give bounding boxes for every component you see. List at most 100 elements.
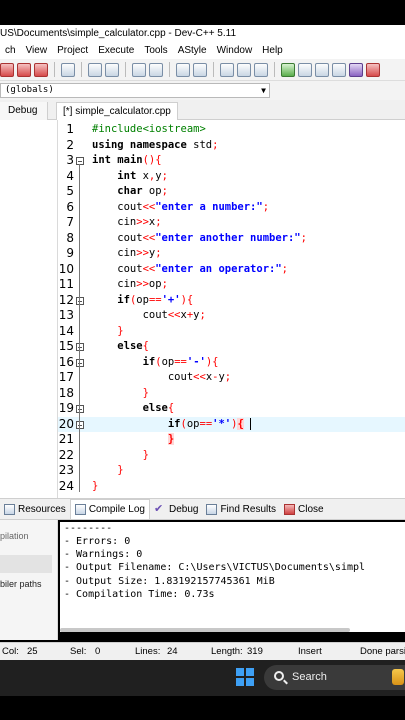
line-number: 16 <box>58 354 74 369</box>
window-title: US\Documents\simple_calculator.cpp - Dev… <box>0 25 405 42</box>
fold-toggle-icon[interactable] <box>76 358 84 367</box>
code-line[interactable]: 20 if(op=='*'){ <box>58 416 405 432</box>
tab-simple-calculator[interactable]: [*] simple_calculator.cpp <box>56 102 178 120</box>
horizontal-scrollbar[interactable] <box>60 628 350 632</box>
windows-taskbar: Search <box>0 660 405 696</box>
code-line[interactable]: 2 using namespace std; <box>58 138 405 154</box>
code-line[interactable]: 16 if(op=='-'){ <box>58 355 405 371</box>
fold-guide <box>79 164 80 492</box>
toolbar-separator <box>169 62 170 77</box>
find-icon[interactable] <box>132 62 146 77</box>
code-line[interactable]: 24} <box>58 479 405 495</box>
menu-project[interactable]: Project <box>52 42 93 59</box>
status-col-label: Col: <box>2 646 19 657</box>
line-number: 11 <box>58 277 74 291</box>
undo-icon[interactable] <box>88 62 102 77</box>
tab-close-label: Close <box>298 503 324 515</box>
code-line[interactable]: 22 } <box>58 448 405 464</box>
line-number: 17 <box>58 370 74 384</box>
scope-bar: (globals) ▼ <box>0 81 405 100</box>
code-line[interactable]: 7 cin>>x; <box>58 215 405 231</box>
tab-debug-bottom[interactable]: ✔ Debug <box>150 499 202 519</box>
rebuild-icon[interactable] <box>332 62 346 77</box>
unindent-icon[interactable] <box>193 62 207 77</box>
code-line[interactable]: 14 } <box>58 324 405 340</box>
file-explorer-icon[interactable] <box>392 669 404 685</box>
code-line[interactable]: 9 cin>>y; <box>58 246 405 262</box>
line-number: 10 <box>58 261 74 276</box>
tab-close[interactable]: Close <box>280 499 328 519</box>
goto-icon[interactable] <box>220 62 234 77</box>
resources-icon <box>4 503 15 515</box>
status-sel: 0 <box>95 646 101 657</box>
compile-log-output: -------- - Errors: 0 - Warnings: 0 - Out… <box>60 522 405 632</box>
code-line[interactable]: 10 cout<<"enter an operator:"; <box>58 262 405 278</box>
line-number: 2 <box>66 137 74 152</box>
menu-astyle[interactable]: AStyle <box>173 42 212 59</box>
windows-start-icon[interactable] <box>236 668 254 686</box>
code-line[interactable]: 4 int x,y; <box>58 169 405 185</box>
compile-run-icon[interactable] <box>315 62 329 77</box>
code-editor[interactable]: 1 #include<iostream> 2 using namespace std;… <box>58 120 405 498</box>
code-line[interactable]: 23 } <box>58 463 405 479</box>
taskbar-search[interactable]: Search <box>264 665 405 690</box>
fold-toggle-icon[interactable] <box>76 405 84 413</box>
print-icon[interactable] <box>61 62 75 77</box>
line-number: 19 <box>58 401 74 415</box>
run-icon[interactable] <box>298 62 312 77</box>
code-line[interactable]: 8 cout<<"enter another number:"; <box>58 231 405 247</box>
code-line[interactable]: 13 cout<<x+y; <box>58 308 405 324</box>
line-number: 18 <box>58 385 74 400</box>
code-text: #include<iostream> <box>92 123 206 135</box>
compilation-item[interactable]: pilation <box>0 530 52 542</box>
close-all-icon[interactable] <box>34 62 48 77</box>
code-text: } <box>142 448 149 461</box>
line-number: 15 <box>58 339 74 353</box>
save-all-icon[interactable] <box>0 62 14 77</box>
log-line: - Errors: 0 <box>64 536 131 547</box>
toggle-bookmark-icon[interactable] <box>254 62 268 77</box>
fold-toggle-icon[interactable] <box>76 343 84 351</box>
check-syntax-icon[interactable] <box>349 62 363 77</box>
tab-find-results[interactable]: Find Results <box>202 499 280 519</box>
line-number: 12 <box>58 292 74 307</box>
code-line[interactable]: 3 int main(){ <box>58 153 405 169</box>
menu-search[interactable]: ch <box>0 42 21 59</box>
replace-icon[interactable] <box>149 62 163 77</box>
bookmark-icon[interactable] <box>237 62 251 77</box>
menu-window[interactable]: Window <box>212 42 258 59</box>
code-line[interactable]: 17 cout<<x-y; <box>58 370 405 386</box>
stop-icon[interactable] <box>366 62 380 77</box>
tab-resources[interactable]: Resources <box>0 499 70 519</box>
code-text: if(op=='-'){ <box>142 355 219 368</box>
code-line[interactable]: 18 } <box>58 386 405 402</box>
scope-dropdown[interactable]: (globals) ▼ <box>0 83 270 98</box>
code-line[interactable]: 11 cin>>op; <box>58 277 405 293</box>
code-line[interactable]: 21 } <box>58 432 405 448</box>
fold-toggle-icon[interactable] <box>76 420 84 429</box>
code-line[interactable]: 1 #include<iostream> <box>58 122 405 138</box>
indent-icon[interactable] <box>176 62 190 77</box>
menu-execute[interactable]: Execute <box>93 42 139 59</box>
code-text: cout<<x-y; <box>92 371 232 383</box>
fold-toggle-icon[interactable] <box>76 296 84 305</box>
compile-icon[interactable] <box>281 62 295 77</box>
bottom-black-band <box>0 696 405 720</box>
code-text: cin>>op; <box>92 278 168 290</box>
redo-icon[interactable] <box>105 62 119 77</box>
code-line[interactable]: 5 char op; <box>58 184 405 200</box>
code-line[interactable]: 6 cout<<"enter a number:"; <box>58 200 405 216</box>
log-line: - Compilation Time: 0.73s <box>64 589 215 600</box>
menu-view[interactable]: View <box>21 42 53 59</box>
tab-compile-log[interactable]: Compile Log <box>69 499 150 519</box>
code-line[interactable]: 19 else{ <box>58 401 405 417</box>
code-line[interactable]: 15 else{ <box>58 339 405 355</box>
code-line[interactable]: 12 if(op=='+'){ <box>58 293 405 309</box>
close-file-icon[interactable] <box>17 62 31 77</box>
fold-toggle-icon[interactable] <box>76 157 84 165</box>
compiler-paths-item[interactable]: biler paths <box>0 578 52 590</box>
code-text: } <box>92 479 99 492</box>
menu-help[interactable]: Help <box>257 42 288 59</box>
menu-tools[interactable]: Tools <box>139 42 172 59</box>
tab-debug[interactable]: Debug <box>0 102 48 120</box>
